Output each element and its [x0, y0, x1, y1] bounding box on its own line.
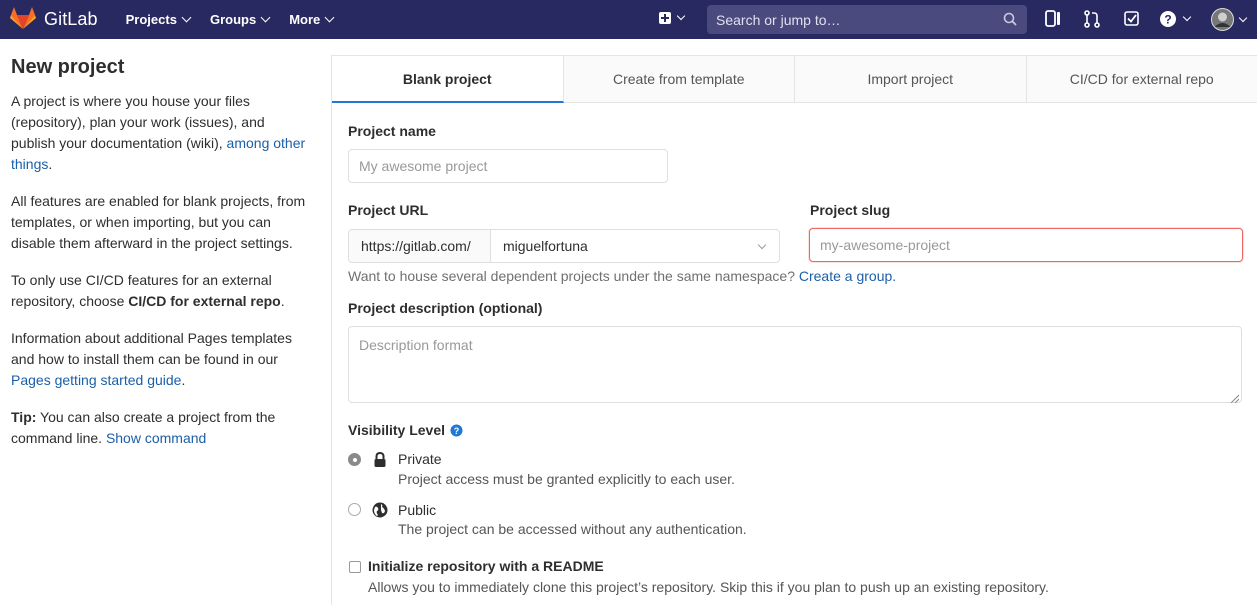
readme-title: Initialize repository with a README	[368, 558, 604, 574]
intro-text: .	[181, 372, 186, 388]
chevron-down-icon	[324, 12, 335, 23]
project-slug-label: Project slug	[810, 202, 891, 218]
chevron-down-icon	[676, 11, 686, 21]
intro-text: .	[48, 156, 53, 172]
help-text: Want to house several dependent projects…	[348, 268, 799, 284]
chevron-down-icon	[1182, 12, 1192, 22]
intro-bold-text: CI/CD for external repo	[128, 293, 281, 309]
namespace-select[interactable]: miguelfortuna	[490, 229, 780, 263]
project-name-placeholder: My awesome project	[359, 158, 488, 174]
search-icon	[1003, 12, 1017, 29]
intro-paragraph-3: To only use CI/CD features for an extern…	[11, 270, 311, 312]
nav-groups-dropdown[interactable]: Groups	[209, 12, 271, 27]
nav-more-dropdown[interactable]: More	[289, 12, 335, 27]
brand[interactable]: GitLab	[10, 0, 98, 39]
description-placeholder: Description format	[359, 337, 473, 353]
visibility-private-radio[interactable]	[348, 453, 361, 466]
lock-icon	[373, 451, 387, 471]
nav-projects-label: Projects	[125, 12, 177, 27]
help-icon: ?	[1160, 11, 1176, 27]
divider	[331, 55, 332, 605]
create-group-link[interactable]: Create a group.	[799, 268, 896, 284]
nav-more-label: More	[289, 12, 321, 27]
pages-guide-link[interactable]: Pages getting started guide	[11, 372, 181, 388]
todo-check-icon[interactable]	[1124, 10, 1140, 31]
visibility-public-radio[interactable]	[348, 503, 361, 516]
visibility-level-label: Visibility Level ?	[348, 422, 463, 438]
issues-sidebar-icon[interactable]	[1045, 10, 1061, 31]
search-input[interactable]: Search or jump to…	[707, 5, 1027, 34]
chevron-down-icon	[757, 240, 767, 250]
merge-request-icon[interactable]	[1084, 10, 1100, 31]
intro-panel: New project A project is where you house…	[11, 56, 311, 465]
project-name-label: Project name	[348, 123, 436, 139]
readme-description: Allows you to immediately clone this pro…	[368, 579, 1049, 595]
show-command-link[interactable]: Show command	[106, 430, 206, 446]
visibility-label-text: Visibility Level	[348, 422, 446, 438]
plus-icon	[659, 12, 671, 24]
intro-paragraph-4: Information about additional Pages templ…	[11, 328, 311, 391]
chevron-down-icon	[1238, 13, 1248, 22]
search-placeholder: Search or jump to…	[716, 11, 841, 28]
namespace-value: miguelfortuna	[503, 238, 588, 254]
public-title: Public	[398, 502, 437, 518]
intro-text: Information about additional Pages templ…	[11, 330, 292, 367]
description-label: Project description (optional)	[348, 300, 543, 316]
private-description: Project access must be granted explicitl…	[398, 471, 735, 487]
top-navbar: GitLab Projects Groups More Search or ju…	[0, 0, 1257, 39]
tab-ci-cd-external-repo[interactable]: CI/CD for external repo	[1027, 56, 1257, 102]
avatar	[1211, 8, 1234, 31]
intro-paragraph-2: All features are enabled for blank proje…	[11, 193, 306, 251]
user-menu-dropdown[interactable]	[1211, 8, 1248, 31]
question-circle-icon[interactable]: ?	[450, 424, 463, 437]
intro-text: .	[280, 293, 285, 309]
chevron-down-icon	[260, 12, 271, 23]
chevron-down-icon	[181, 12, 192, 23]
intro-paragraph-1: A project is where you house your files …	[11, 91, 311, 175]
public-description: The project can be accessed without any …	[398, 521, 747, 537]
project-type-tabs: Blank project Create from template Impor…	[332, 55, 1257, 103]
nav-groups-label: Groups	[209, 12, 257, 27]
gitlab-logo-icon	[10, 6, 36, 33]
svg-text:?: ?	[1164, 13, 1171, 27]
project-name-input[interactable]: My awesome project	[348, 149, 668, 183]
tab-create-from-template[interactable]: Create from template	[564, 56, 795, 102]
tip-paragraph: Tip: You can also create a project from …	[11, 407, 311, 449]
resize-handle-icon[interactable]	[1229, 390, 1240, 404]
globe-icon	[372, 502, 388, 521]
tip-label: Tip:	[11, 409, 37, 425]
nav-projects-dropdown[interactable]: Projects	[125, 12, 192, 27]
svg-text:?: ?	[454, 426, 460, 436]
nav-menu: Projects Groups More	[126, 12, 354, 27]
tab-import-project[interactable]: Import project	[795, 56, 1027, 102]
project-slug-placeholder: my-awesome-project	[820, 237, 950, 253]
brand-name: GitLab	[44, 9, 98, 29]
private-title: Private	[398, 451, 442, 467]
new-item-dropdown[interactable]	[659, 11, 686, 24]
url-prefix: https://gitlab.com/	[348, 229, 491, 263]
description-textarea[interactable]: Description format	[348, 326, 1242, 404]
tab-blank-project[interactable]: Blank project	[332, 56, 564, 103]
project-slug-input[interactable]: my-awesome-project	[809, 228, 1243, 262]
page-title: New project	[11, 56, 125, 78]
group-help-text: Want to house several dependent projects…	[348, 268, 896, 284]
initialize-readme-checkbox[interactable]	[349, 561, 361, 573]
project-url-label: Project URL	[348, 202, 429, 218]
help-dropdown[interactable]: ?	[1159, 10, 1192, 28]
